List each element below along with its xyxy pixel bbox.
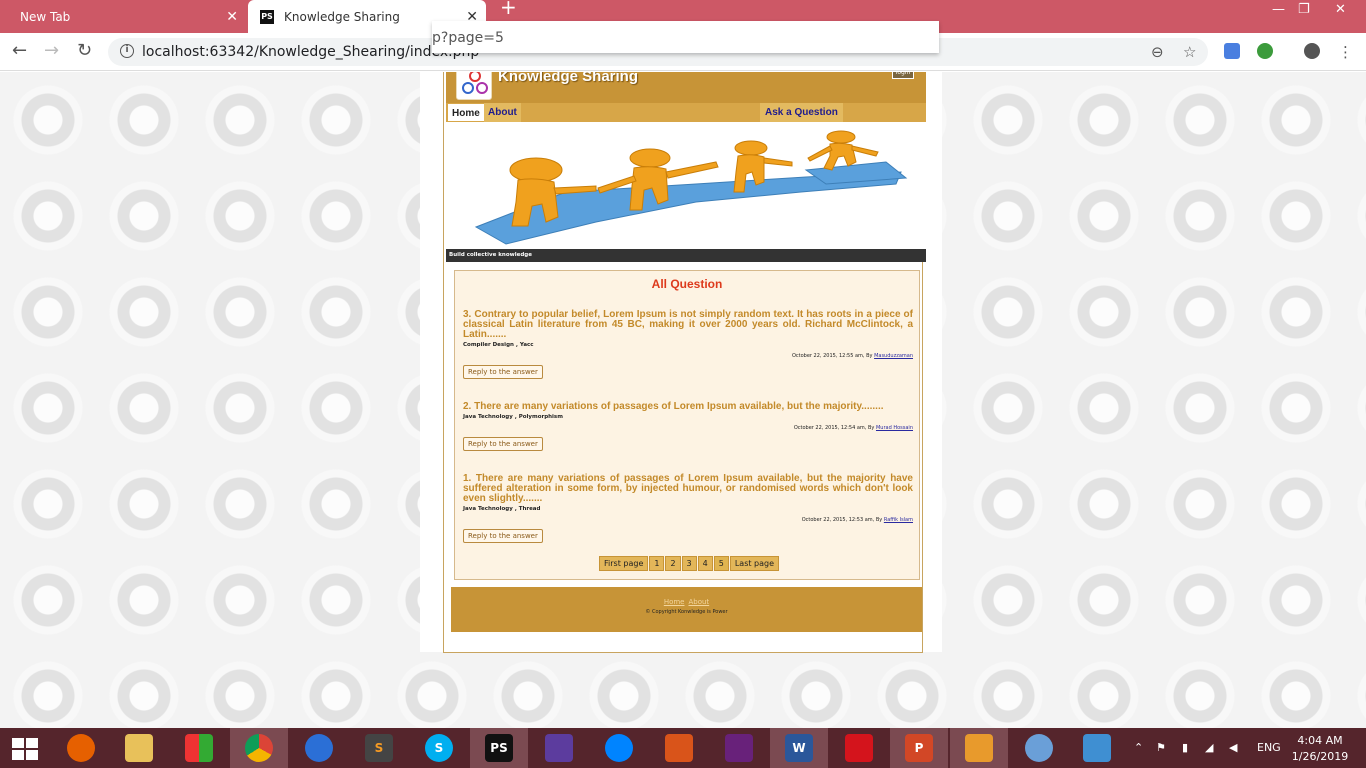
- office-apps-icon[interactable]: [170, 728, 228, 768]
- question-tags: Java Technology , Thread: [463, 506, 541, 512]
- tagline-bar: Build collective knowledge: [446, 249, 926, 262]
- question-item: 2. There are many variations of passages…: [463, 402, 913, 451]
- url-suggestion-text[interactable]: p?page=5: [432, 30, 504, 46]
- page-viewport: Knowledge Sharing login Home About Ask a…: [0, 72, 1366, 728]
- chrome-icon[interactable]: [230, 728, 288, 768]
- firefox-icon[interactable]: [52, 728, 110, 768]
- messenger-icon[interactable]: [590, 728, 648, 768]
- question-tags: Compiler Design , Yacc: [463, 342, 534, 348]
- question-meta: October 22, 2015, 12:55 am, By Masuduzza…: [463, 353, 913, 359]
- question-title[interactable]: 1. There are many variations of passages…: [463, 474, 913, 504]
- pager-page-5[interactable]: 5: [713, 556, 729, 571]
- tab-label: New Tab: [20, 9, 71, 24]
- file-explorer-icon[interactable]: [110, 728, 168, 768]
- footer-about-link[interactable]: About: [688, 598, 709, 606]
- url-suggestion-dropdown[interactable]: p?page=5: [432, 21, 939, 53]
- globe-extension-icon[interactable]: [1257, 43, 1273, 59]
- question-date: October 22, 2015, 12:55 am, By: [791, 353, 875, 359]
- menu-kebab-icon[interactable]: ⋮: [1338, 43, 1353, 61]
- tab-new-tab[interactable]: New Tab ✕: [0, 0, 246, 33]
- language-indicator[interactable]: ENG: [1257, 741, 1281, 754]
- menu-about[interactable]: About: [484, 103, 521, 122]
- tab-label: Knowledge Sharing: [284, 9, 400, 24]
- footer-home-link[interactable]: Home: [664, 598, 685, 606]
- visual-studio-code-icon[interactable]: [530, 728, 588, 768]
- sublime-text-icon[interactable]: S: [350, 728, 408, 768]
- volume-icon[interactable]: ◀: [1229, 741, 1237, 754]
- close-tab-icon[interactable]: ✕: [226, 9, 238, 25]
- minimize-icon[interactable]: —: [1272, 2, 1285, 17]
- bookmark-star-icon[interactable]: ☆: [1183, 43, 1196, 61]
- app-drive-icon[interactable]: [290, 728, 348, 768]
- photos-icon[interactable]: [1068, 728, 1126, 768]
- pager-page-2[interactable]: 2: [665, 556, 681, 571]
- all-question-heading: All Question: [651, 277, 723, 291]
- question-meta: October 22, 2015, 12:54 am, By Murad Hos…: [463, 425, 913, 431]
- zoom-icon[interactable]: ⊖: [1151, 43, 1164, 61]
- info-icon[interactable]: i: [120, 44, 134, 58]
- reply-button[interactable]: Reply to the answer: [463, 437, 543, 451]
- site-menu: Home About Ask a Question: [446, 103, 926, 122]
- paint-icon[interactable]: [1010, 728, 1068, 768]
- pager-first-page[interactable]: First page: [599, 556, 649, 571]
- login-button[interactable]: login: [892, 72, 914, 79]
- profile-icon[interactable]: [1304, 43, 1320, 59]
- author-link[interactable]: Murad Hossain: [876, 425, 913, 431]
- question-item: 3. Contrary to popular belief, Lorem Ips…: [463, 310, 913, 379]
- questions-panel: All Question 3. Contrary to popular beli…: [454, 270, 920, 580]
- question-item: 1. There are many variations of passages…: [463, 474, 913, 543]
- reload-icon[interactable]: ↻: [77, 40, 92, 61]
- question-title[interactable]: 3. Contrary to popular belief, Lorem Ips…: [463, 310, 913, 340]
- menu-ask-question[interactable]: Ask a Question: [760, 103, 843, 122]
- network-signal-icon[interactable]: ◢: [1205, 741, 1213, 754]
- reply-button[interactable]: Reply to the answer: [463, 529, 543, 543]
- phpstorm-favicon-icon: PS: [260, 9, 274, 24]
- window-close-icon[interactable]: ✕: [1335, 2, 1346, 17]
- pager-last-page[interactable]: Last page: [729, 556, 780, 571]
- question-tags: Java Technology , Polymorphism: [463, 414, 563, 420]
- pagination: First page 1 2 3 4 5 Last page: [599, 556, 780, 571]
- word-icon[interactable]: W: [770, 728, 828, 768]
- banner-image: [446, 122, 926, 249]
- matlab-icon[interactable]: [650, 728, 708, 768]
- author-link[interactable]: Raffik Islam: [884, 517, 913, 523]
- menu-home[interactable]: Home: [447, 103, 485, 122]
- pager-page-3[interactable]: 3: [681, 556, 697, 571]
- visual-studio-icon[interactable]: [710, 728, 768, 768]
- pager-page-1[interactable]: 1: [649, 556, 665, 571]
- site-title: Knowledge Sharing: [498, 72, 639, 85]
- new-tab-button[interactable]: +: [500, 0, 517, 17]
- battery-icon[interactable]: ▮: [1182, 741, 1188, 754]
- question-meta: October 22, 2015, 12:53 am, By Raffik Is…: [463, 517, 913, 523]
- site-logo[interactable]: [456, 72, 492, 100]
- windows-start-icon[interactable]: [12, 738, 38, 760]
- back-icon[interactable]: ←: [12, 40, 27, 61]
- clock[interactable]: 4:04 AM 1/26/2019: [1290, 733, 1350, 765]
- footer-copyright: © Copyright Konwledge is Power: [645, 609, 728, 615]
- skype-icon[interactable]: S: [410, 728, 468, 768]
- reply-button[interactable]: Reply to the answer: [463, 365, 543, 379]
- site-header: Knowledge Sharing login: [446, 72, 926, 103]
- forward-icon[interactable]: →: [44, 40, 59, 61]
- site-footer: Home About © Copyright Konwledge is Power: [451, 587, 922, 632]
- url-text[interactable]: localhost:63342/Knowledge_Shearing/index…: [142, 44, 479, 60]
- phpstorm-icon[interactable]: PS: [470, 728, 528, 768]
- show-hidden-icons[interactable]: ⌃: [1134, 741, 1143, 754]
- windows-taskbar: S S PS W P ⌃ ⚑ ▮ ◢ ◀ ENG 4:04 AM 1/26/20…: [0, 728, 1366, 768]
- question-title[interactable]: 2. There are many variations of passages…: [463, 402, 913, 412]
- flag-icon[interactable]: ⚑: [1156, 741, 1166, 754]
- clock-date: 1/26/2019: [1291, 750, 1349, 763]
- clock-time: 4:04 AM: [1297, 734, 1343, 747]
- acrobat-icon[interactable]: [830, 728, 888, 768]
- question-date: October 22, 2015, 12:53 am, By: [801, 517, 884, 523]
- restore-icon[interactable]: ❐: [1298, 2, 1310, 17]
- question-date: October 22, 2015, 12:54 am, By: [793, 425, 876, 431]
- translate-extension-icon[interactable]: [1224, 43, 1240, 59]
- author-link[interactable]: Masuduzzaman: [874, 353, 913, 359]
- footer-links: Home About: [451, 598, 922, 606]
- pager-page-4[interactable]: 4: [697, 556, 713, 571]
- powerpoint-icon[interactable]: P: [890, 728, 948, 768]
- image-viewer-icon[interactable]: [950, 728, 1008, 768]
